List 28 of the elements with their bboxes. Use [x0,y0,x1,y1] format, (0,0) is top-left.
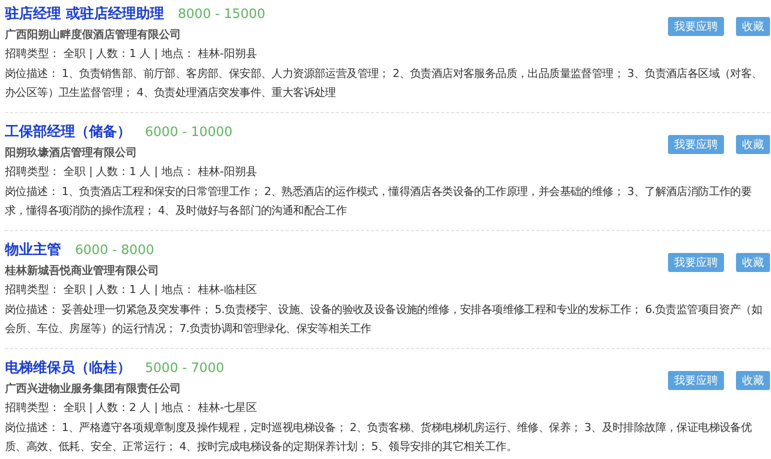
apply-button[interactable]: 我要应聘 [668,370,724,390]
job-info: 招聘类型： 全职 | 人数：2 人 | 地点： 桂林-七星区 [5,400,258,416]
job-info: 招聘类型： 全职 | 人数：1 人 | 地点： 桂林-阳朔县 [5,46,258,62]
favorite-button[interactable]: 收藏 [736,252,770,272]
apply-button[interactable]: 我要应聘 [668,134,724,154]
favorite-button[interactable]: 收藏 [736,134,770,154]
job-title-link[interactable]: 电梯维保员（临桂） [5,359,131,377]
job-description: 岗位描述： 1、严格遵守各项规章制度及操作规程，定时巡视电梯设备； 2、负责客梯、货梯电梯机房运行、维修、保养； 3、及时排除故障，保证电梯设备优质、高效、低耗、安全、正常运行； 4、按时完成电梯设备的定期保养计划； 5、领导安排的其它相关工作。 [5,420,753,455]
apply-button[interactable]: 我要应聘 [668,252,724,272]
apply-button[interactable]: 我要应聘 [668,16,724,36]
job-description: 岗位描述： 妥善处理一切紧急及突发事件； 5.负责楼宇、设施、设备的验收及设备设施的维修，安排各项维修工程和专业的发标工作； 6.负责监管项目资产（如会所、车位、房屋等）的运行情况； 7.负责协调和管理绿化、保安等相关工作 [5,302,763,337]
company-name: 阳朔玖壕酒店管理有限公司 [5,145,138,161]
job-description: 岗位描述： 1、负责销售部、前厅部、客房部、保安部、人力资源部运营及管理； 2、负责酒店对客服务品质，出品质量监督管理； 3、负责酒店各区域（对客、办公区等）卫生监督管理； 4、负责处理酒店突发事件、重大客诉处理 [5,66,764,101]
company-name: 广西兴进物业服务集团有限责任公司 [5,381,182,397]
favorite-button[interactable]: 收藏 [736,16,770,36]
salary-range: 8000 - 15000 [178,6,266,22]
job-description: 岗位描述： 1、负责酒店工程和保安的日常管理工作； 2、熟悉酒店的运作模式，懂得酒店各类设备的工作原理，并会基础的维修； 3、了解酒店消防工作的要求，懂得各项消防的操作流程； 4、及时做好与各部门的沟通和配合工作 [5,184,753,219]
job-title-link[interactable]: 物业主管 [5,241,61,259]
job-info: 招聘类型： 全职 | 人数：1 人 | 地点： 桂林-阳朔县 [5,164,258,180]
company-name: 广西阳朔山畔度假酒店管理有限公司 [5,27,182,43]
salary-range: 5000 - 7000 [145,360,224,376]
job-title-link[interactable]: 工保部经理（储备） [5,123,131,141]
salary-range: 6000 - 8000 [75,242,154,258]
favorite-button[interactable]: 收藏 [736,370,770,390]
company-name: 桂林新城吾悦商业管理有限公司 [5,263,160,279]
job-title-link[interactable]: 驻店经理 或驻店经理助理 [5,5,164,23]
job-info: 招聘类型： 全职 | 人数：1 人 | 地点： 桂林-临桂区 [5,282,258,298]
salary-range: 6000 - 10000 [145,124,232,140]
